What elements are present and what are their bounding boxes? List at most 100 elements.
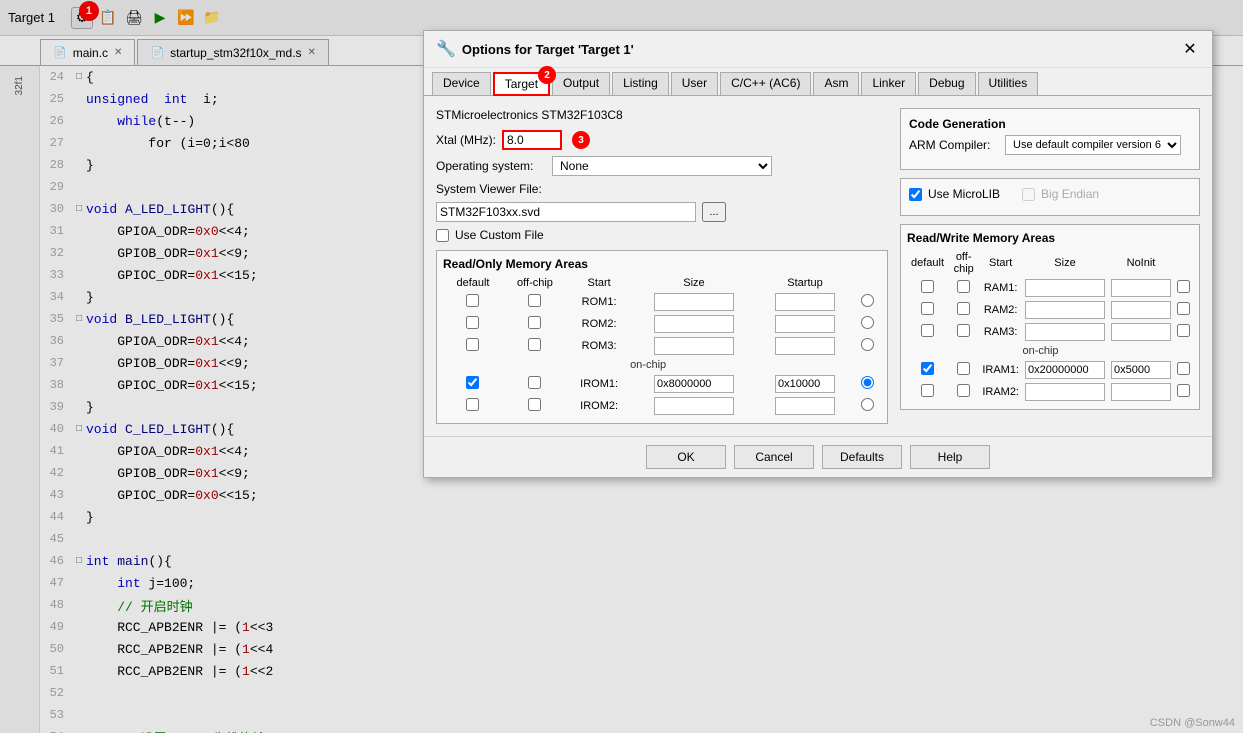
table-row: RAM2:	[907, 299, 1193, 321]
rom2-default[interactable]	[466, 316, 479, 329]
iram2-size[interactable]	[1111, 383, 1171, 401]
dtab-c-cpp[interactable]: C/C++ (AC6)	[720, 72, 811, 95]
rom1-size[interactable]	[775, 293, 835, 311]
iram1-label: IRAM1:	[982, 364, 1019, 376]
ram3-noinit[interactable]	[1177, 324, 1190, 337]
irom2-start[interactable]	[654, 397, 734, 415]
rom3-startup[interactable]	[861, 338, 874, 351]
dtab-device[interactable]: Device	[432, 72, 491, 95]
defaults-button[interactable]: Defaults	[822, 445, 902, 469]
ram2-offchip[interactable]	[957, 302, 970, 315]
ram2-size[interactable]	[1111, 301, 1171, 319]
rom3-offchip[interactable]	[528, 338, 541, 351]
ram2-default[interactable]	[921, 302, 934, 315]
dtab-output[interactable]: Output	[552, 72, 610, 95]
dialog-tabs: Device 2 Target Output Listing User C/C+…	[424, 68, 1212, 96]
rom3-start[interactable]	[654, 337, 734, 355]
col-noinit-rw: NoInit	[1108, 249, 1174, 277]
iram1-default[interactable]	[921, 362, 934, 375]
dtab-debug[interactable]: Debug	[918, 72, 975, 95]
ram1-offchip[interactable]	[957, 280, 970, 293]
code-gen-section: Code Generation ARM Compiler: Use defaul…	[900, 108, 1200, 170]
irom1-default[interactable]	[466, 376, 479, 389]
modal-overlay: 🔧 Options for Target 'Target 1' ✕ Device…	[0, 0, 1243, 733]
dialog-footer: OK Cancel Defaults Help	[424, 436, 1212, 477]
microlib-section: Use MicroLIB Big Endian	[900, 178, 1200, 216]
dtab-asm[interactable]: Asm	[813, 72, 859, 95]
dtab-target[interactable]: 2 Target	[493, 72, 550, 96]
dtab-user[interactable]: User	[671, 72, 718, 95]
rom3-label: ROM3:	[582, 340, 617, 352]
rom1-offchip[interactable]	[528, 294, 541, 307]
rom2-size[interactable]	[775, 315, 835, 333]
rom1-default[interactable]	[466, 294, 479, 307]
irom2-startup[interactable]	[861, 398, 874, 411]
iram2-noinit[interactable]	[1177, 384, 1190, 397]
irom1-label: IROM1:	[580, 378, 618, 390]
col-start-rw: Start	[979, 249, 1022, 277]
os-row: Operating system: None	[436, 156, 888, 176]
ram3-offchip[interactable]	[957, 324, 970, 337]
rom1-start[interactable]	[654, 293, 734, 311]
svf-browse-button[interactable]: ...	[702, 202, 726, 222]
rom1-startup[interactable]	[861, 294, 874, 307]
irom1-offchip[interactable]	[528, 376, 541, 389]
arm-compiler-row: ARM Compiler: Use default compiler versi…	[909, 135, 1191, 155]
ram2-start[interactable]	[1025, 301, 1105, 319]
ok-button[interactable]: OK	[646, 445, 726, 469]
iram1-offchip[interactable]	[957, 362, 970, 375]
os-select[interactable]: None	[552, 156, 772, 176]
iram1-size[interactable]	[1111, 361, 1171, 379]
on-chip-label-ro: on-chip	[443, 357, 853, 373]
rom3-size[interactable]	[775, 337, 835, 355]
ram2-noinit[interactable]	[1177, 302, 1190, 315]
table-row: on-chip	[443, 357, 881, 373]
use-custom-file-checkbox[interactable]	[436, 229, 449, 242]
xtal-input[interactable]	[502, 130, 562, 150]
dtab-linker[interactable]: Linker	[861, 72, 916, 95]
cancel-button[interactable]: Cancel	[734, 445, 814, 469]
readonly-memory-table: default off-chip Start Size Startup	[443, 275, 881, 417]
iram2-start[interactable]	[1025, 383, 1105, 401]
big-endian-checkbox[interactable]	[1022, 188, 1035, 201]
ram1-default[interactable]	[921, 280, 934, 293]
ram3-start[interactable]	[1025, 323, 1105, 341]
iram1-start[interactable]	[1025, 361, 1105, 379]
irom1-start[interactable]	[654, 375, 734, 393]
use-microlib-checkbox[interactable]	[909, 188, 922, 201]
iram2-default[interactable]	[921, 384, 934, 397]
use-microlib-label: Use MicroLIB	[928, 187, 1000, 201]
dialog-body: STMicroelectronics STM32F103C8 Xtal (MHz…	[424, 96, 1212, 436]
arm-compiler-select[interactable]: Use default compiler version 6 Use defau…	[1005, 135, 1181, 155]
iram1-noinit[interactable]	[1177, 362, 1190, 375]
dialog-main-row: STMicroelectronics STM32F103C8 Xtal (MHz…	[436, 108, 1200, 424]
dialog-title: 🔧 Options for Target 'Target 1'	[436, 39, 634, 59]
rom2-start[interactable]	[654, 315, 734, 333]
ram3-default[interactable]	[921, 324, 934, 337]
irom1-size[interactable]	[775, 375, 835, 393]
dialog-close-button[interactable]: ✕	[1180, 39, 1200, 59]
svf-input-row: ...	[436, 202, 888, 222]
ram1-start[interactable]	[1025, 279, 1105, 297]
badge-2: 2	[538, 66, 556, 84]
dtab-utilities[interactable]: Utilities	[978, 72, 1039, 95]
rom2-label: ROM2:	[582, 318, 617, 330]
irom2-offchip[interactable]	[528, 398, 541, 411]
ram3-label: RAM3:	[984, 326, 1018, 338]
ram1-noinit[interactable]	[1177, 280, 1190, 293]
rom3-default[interactable]	[466, 338, 479, 351]
irom2-default[interactable]	[466, 398, 479, 411]
table-row: ROM2:	[443, 313, 881, 335]
ram3-size[interactable]	[1111, 323, 1171, 341]
rom2-startup[interactable]	[861, 316, 874, 329]
rom2-offchip[interactable]	[528, 316, 541, 329]
ram1-size[interactable]	[1111, 279, 1171, 297]
iram2-offchip[interactable]	[957, 384, 970, 397]
svf-input[interactable]	[436, 202, 696, 222]
irom1-startup[interactable]	[861, 376, 874, 389]
irom2-size[interactable]	[775, 397, 835, 415]
panel-left: STMicroelectronics STM32F103C8 Xtal (MHz…	[436, 108, 888, 424]
irom2-label: IROM2:	[580, 400, 618, 412]
help-button[interactable]: Help	[910, 445, 990, 469]
dtab-listing[interactable]: Listing	[612, 72, 669, 95]
